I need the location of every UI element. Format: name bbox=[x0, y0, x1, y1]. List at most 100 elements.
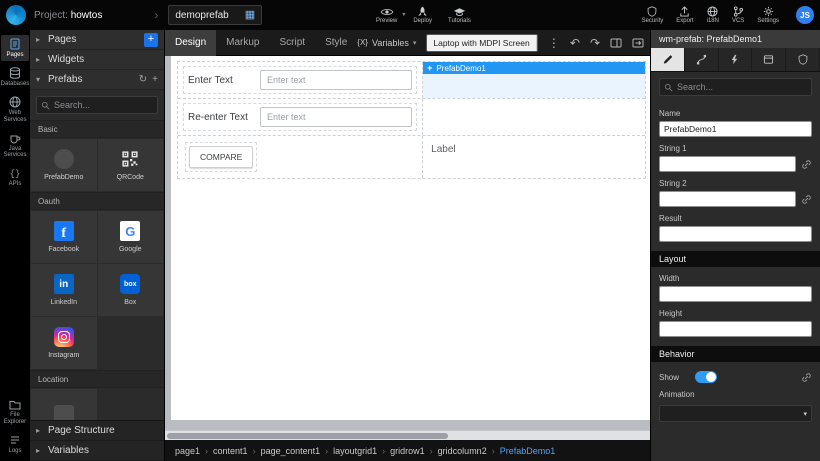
globe-icon bbox=[707, 6, 718, 17]
svg-text:{}: {} bbox=[10, 169, 21, 179]
pencil-icon bbox=[662, 54, 673, 65]
prefab-search-input[interactable] bbox=[54, 100, 153, 110]
deploy-button[interactable]: Deploy bbox=[413, 6, 432, 24]
add-prefab-icon[interactable]: + bbox=[152, 74, 158, 85]
bind-string2-icon[interactable] bbox=[801, 194, 812, 205]
breadcrumb-item-page1[interactable]: page1 bbox=[175, 446, 200, 456]
prefab-tile-qrcode[interactable]: QRCode bbox=[98, 139, 164, 191]
accordion-prefabs[interactable]: ▾ Prefabs ↻ + bbox=[30, 70, 164, 90]
tab-markup[interactable]: Markup bbox=[216, 30, 269, 56]
grid-column-2[interactable] bbox=[423, 99, 645, 135]
string2-input[interactable] bbox=[659, 191, 796, 207]
show-toggle[interactable] bbox=[695, 371, 717, 383]
field-reenter-text[interactable]: Re-enter Text bbox=[183, 103, 417, 131]
device-selector[interactable]: Laptop with MDPI Screen ▾ bbox=[426, 34, 538, 52]
result-input[interactable] bbox=[659, 226, 812, 242]
selection-header[interactable]: + PrefabDemo1 bbox=[423, 62, 645, 74]
breadcrumb-item-layoutgrid1[interactable]: layoutgrid1 bbox=[333, 446, 377, 456]
breadcrumb: page1 › content1 › page_content1 › layou… bbox=[165, 440, 650, 461]
logs-icon bbox=[9, 434, 21, 446]
chevron-right-icon: › bbox=[382, 446, 385, 456]
split-view-icon[interactable] bbox=[610, 37, 622, 49]
activity-item-web-services[interactable]: Web Services bbox=[1, 93, 29, 126]
tab-events[interactable] bbox=[719, 48, 753, 71]
prefab-search-box[interactable] bbox=[36, 96, 158, 114]
breadcrumb-item-prefabdemo1[interactable]: PrefabDemo1 bbox=[500, 446, 556, 456]
height-input[interactable] bbox=[659, 321, 812, 337]
name-input[interactable] bbox=[659, 121, 812, 137]
prefab-tile-facebook[interactable]: f Facebook bbox=[31, 211, 97, 263]
prefab-tile-prefabdemo[interactable]: PrefabDemo bbox=[31, 139, 97, 191]
tab-script[interactable]: Script bbox=[270, 30, 316, 56]
more-options-icon[interactable]: ⋮ bbox=[548, 37, 560, 49]
open-preview-icon[interactable] bbox=[632, 37, 644, 49]
tab-design[interactable]: Design bbox=[165, 30, 216, 56]
tab-styles[interactable] bbox=[685, 48, 719, 71]
security-button[interactable]: Security bbox=[642, 6, 664, 24]
tab-security[interactable] bbox=[786, 48, 820, 71]
breadcrumb-item-page-content1[interactable]: page_content1 bbox=[261, 446, 321, 456]
reenter-text-input[interactable] bbox=[260, 107, 412, 127]
compare-button[interactable]: COMPARE bbox=[189, 146, 253, 168]
animation-select[interactable]: ▾ bbox=[659, 405, 812, 422]
activity-label: Pages bbox=[6, 52, 23, 59]
properties-search-input[interactable] bbox=[677, 82, 807, 92]
grid-icon[interactable]: ▦ bbox=[245, 10, 255, 21]
accordion-page-structure[interactable]: ▸ Page Structure bbox=[30, 421, 164, 441]
tutorials-button[interactable]: Tutorials bbox=[448, 7, 471, 24]
grid-column-2[interactable]: Label bbox=[423, 136, 645, 178]
activity-item-logs[interactable]: Logs bbox=[1, 431, 29, 457]
activity-item-file-explorer[interactable]: File Explorer bbox=[1, 397, 29, 428]
activity-item-java-services[interactable]: Java Services bbox=[1, 129, 29, 162]
activity-item-apis[interactable]: {} APIs bbox=[1, 164, 29, 190]
accordion-pages[interactable]: ▸ Pages + bbox=[30, 30, 164, 50]
add-page-button[interactable]: + bbox=[144, 33, 158, 47]
refresh-prefabs-icon[interactable]: ↻ bbox=[139, 74, 147, 85]
undo-icon[interactable]: ↶ bbox=[570, 37, 580, 49]
chevron-down-icon[interactable]: ▾ bbox=[402, 11, 405, 18]
settings-button[interactable]: Settings bbox=[757, 6, 779, 24]
bind-show-icon[interactable] bbox=[801, 372, 812, 383]
prefab-tile-google[interactable]: G Google bbox=[98, 211, 164, 263]
prefab-tile-instagram[interactable]: Instagram bbox=[31, 317, 97, 369]
bind-string1-icon[interactable] bbox=[801, 159, 812, 170]
grid-column-2-selected[interactable]: + PrefabDemo1 bbox=[423, 62, 645, 98]
variables-button[interactable]: {X} Variables ▾ bbox=[357, 38, 416, 48]
user-avatar[interactable]: JS bbox=[796, 6, 814, 24]
prefab-list: Basic PrefabDemo QRCode Oauth bbox=[30, 120, 164, 420]
prefab-tile-box[interactable]: box Box bbox=[98, 264, 164, 316]
app-selector[interactable]: demoprefab ▦ bbox=[168, 5, 262, 25]
prefab-tile-partial[interactable] bbox=[31, 389, 97, 420]
grid-column-1[interactable]: Enter Text bbox=[178, 62, 423, 98]
grid-column-1[interactable]: Re-enter Text bbox=[178, 99, 423, 135]
wavemaker-logo-icon[interactable] bbox=[6, 5, 26, 25]
prefab-tile-linkedin[interactable]: in LinkedIn bbox=[31, 264, 97, 316]
i18n-button[interactable]: i18N bbox=[707, 6, 719, 24]
activity-item-pages[interactable]: Pages bbox=[1, 35, 29, 61]
enter-text-input[interactable] bbox=[260, 70, 412, 90]
export-button[interactable]: Export bbox=[676, 6, 693, 24]
properties-search-box[interactable] bbox=[659, 78, 812, 96]
activity-item-databases[interactable]: Databases bbox=[1, 64, 29, 90]
tab-style[interactable]: Style bbox=[315, 30, 357, 56]
vcs-button[interactable]: VCS bbox=[732, 6, 744, 24]
move-icon[interactable]: + bbox=[427, 64, 432, 73]
accordion-variables[interactable]: ▸ Variables bbox=[30, 441, 164, 461]
horizontal-scrollbar[interactable] bbox=[165, 430, 650, 440]
width-input[interactable] bbox=[659, 286, 812, 302]
chevron-down-icon: ▾ bbox=[413, 39, 417, 47]
preview-button[interactable]: Preview ▾ bbox=[376, 7, 397, 24]
layout-grid[interactable]: Enter Text + PrefabDemo1 bbox=[177, 61, 646, 179]
accordion-widgets[interactable]: ▸ Widgets bbox=[30, 50, 164, 70]
scrollbar-thumb[interactable] bbox=[167, 433, 448, 439]
field-enter-text[interactable]: Enter Text bbox=[183, 66, 417, 94]
tab-properties[interactable] bbox=[651, 48, 685, 71]
string1-input[interactable] bbox=[659, 156, 796, 172]
tab-device[interactable] bbox=[752, 48, 786, 71]
canvas-page[interactable]: Enter Text + PrefabDemo1 bbox=[171, 56, 650, 420]
breadcrumb-item-gridrow1[interactable]: gridrow1 bbox=[390, 446, 425, 456]
breadcrumb-item-gridcolumn2[interactable]: gridcolumn2 bbox=[438, 446, 487, 456]
grid-column-1[interactable]: COMPARE bbox=[178, 136, 423, 178]
redo-icon[interactable]: ↷ bbox=[590, 37, 600, 49]
breadcrumb-item-content1[interactable]: content1 bbox=[213, 446, 248, 456]
